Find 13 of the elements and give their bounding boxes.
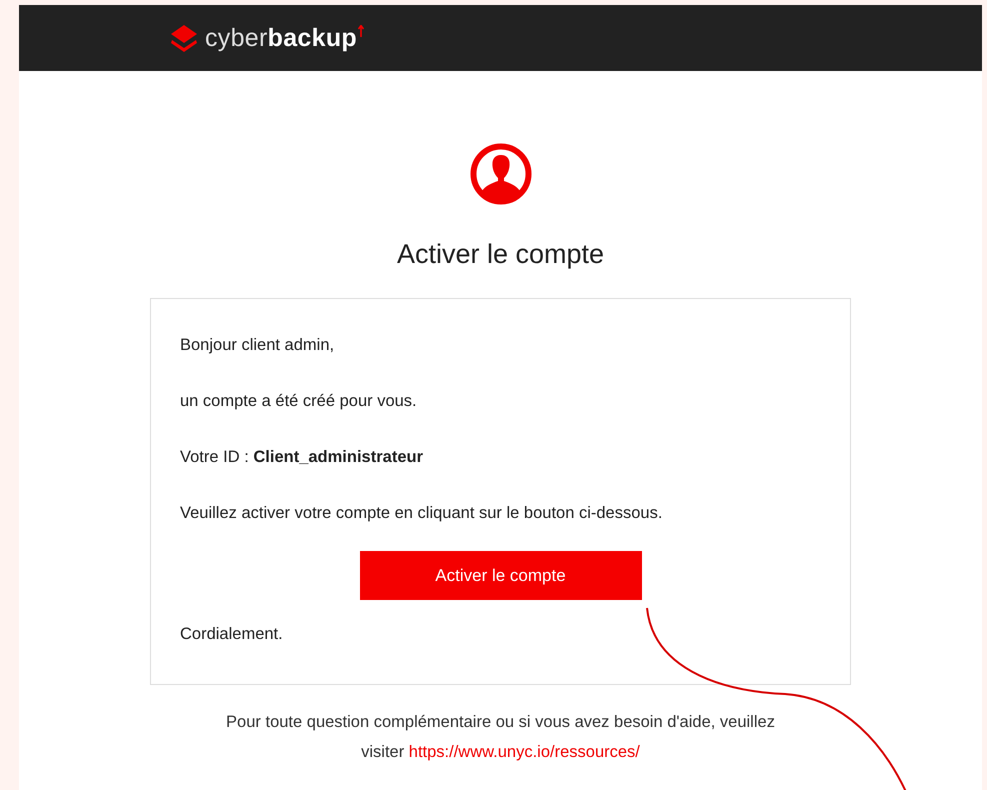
resources-link[interactable]: https://www.unyc.io/ressources/ xyxy=(408,743,640,761)
message-text: Bonjour client admin, xyxy=(180,335,336,355)
activate-button[interactable]: Activer le compte xyxy=(360,551,642,600)
user-icon xyxy=(470,143,532,205)
arrow-icon xyxy=(358,25,364,37)
closing-text: Cordialement. xyxy=(180,624,284,644)
help-text: Pour toute question complémentaire ou si vous avez besoin d'aide, veuillez visiter https://www.unyc.io/ressources/ xyxy=(225,712,776,763)
page-title: Activer le compte xyxy=(396,239,604,270)
message-text: un compte a été créé pour vous. xyxy=(180,391,418,411)
message-text: Votre ID : Client_administrateur xyxy=(180,447,424,467)
brand-name: cyberbackup xyxy=(205,24,357,52)
layers-icon xyxy=(169,23,199,53)
message-text: Veuillez activer votre compte en cliquant sur le bouton ci-dessous. xyxy=(180,503,664,523)
